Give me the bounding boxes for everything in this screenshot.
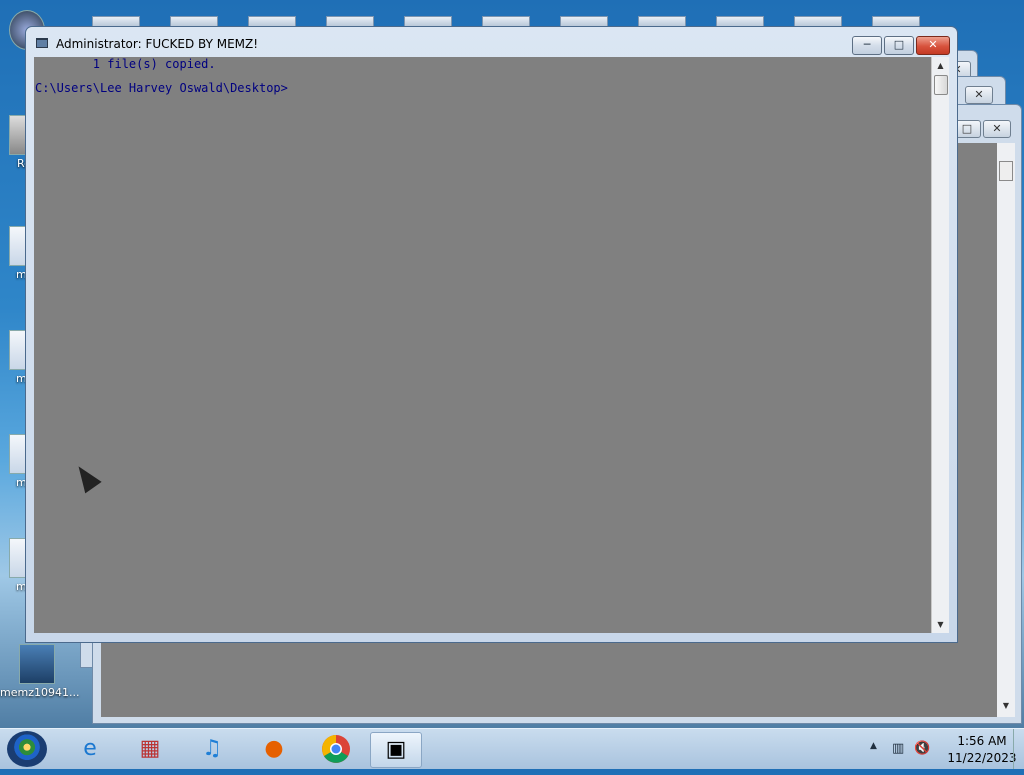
clock-date[interactable]: 11/22/2023 — [942, 751, 1022, 765]
background-scrollbar[interactable]: ▼ — [997, 143, 1015, 717]
scroll-thumb[interactable] — [999, 161, 1013, 181]
music-icon[interactable]: ♫ — [190, 732, 234, 766]
internet-explorer-icon[interactable]: e — [68, 732, 112, 766]
close-button[interactable]: ✕ — [983, 120, 1011, 138]
memz-exe-icon — [19, 644, 55, 684]
scroll-thumb[interactable] — [934, 75, 948, 95]
desktop-icon-memz-exe[interactable]: memz10941... — [0, 644, 79, 699]
taskbar: e ▦ ♫ ● ▣ ▲ ▥ 🔇 1:56 AM 11/22/2023 — [0, 728, 1024, 769]
console-output[interactable]: 1 file(s) copied. C:\Users\Lee Harvey Os… — [34, 57, 931, 633]
chrome-icon[interactable] — [314, 732, 358, 766]
store-icon[interactable]: ▦ — [128, 732, 172, 766]
system-tray: ▲ ▥ 🔇 1:56 AM 11/22/2023 — [862, 729, 1024, 769]
show-hidden-icons-icon[interactable]: ▲ — [870, 741, 877, 751]
show-desktop-button[interactable] — [1013, 729, 1024, 769]
clock-time[interactable]: 1:56 AM — [942, 734, 1022, 748]
close-button[interactable]: ✕ — [965, 86, 993, 104]
console-line: 1 file(s) copied. — [35, 57, 216, 71]
close-button[interactable]: ✕ — [916, 36, 950, 55]
scroll-down-arrow-icon[interactable]: ▼ — [997, 701, 1015, 717]
console-window[interactable]: Administrator: FUCKED BY MEMZ! ─ □ ✕ 1 f… — [25, 26, 958, 643]
command-prompt-icon[interactable]: ▣ — [370, 732, 422, 768]
console-prompt: C:\Users\Lee Harvey Oswald\Desktop> — [35, 81, 288, 95]
vertical-scrollbar[interactable]: ▲ ▼ — [931, 57, 949, 633]
minimize-button[interactable]: ─ — [852, 36, 882, 55]
window-title: Administrator: FUCKED BY MEMZ! — [56, 37, 259, 51]
scroll-up-arrow-icon[interactable]: ▲ — [932, 57, 949, 74]
desktop-icon-label: memz10941... — [0, 686, 80, 699]
firefox-icon[interactable]: ● — [252, 732, 296, 766]
volume-muted-icon[interactable]: 🔇 — [914, 741, 930, 756]
maximize-button[interactable]: □ — [884, 36, 914, 55]
scroll-down-arrow-icon[interactable]: ▼ — [932, 616, 949, 633]
cmd-icon — [36, 38, 48, 48]
title-bar[interactable]: Administrator: FUCKED BY MEMZ! ─ □ ✕ — [26, 27, 957, 57]
start-button[interactable] — [7, 731, 47, 767]
network-icon[interactable]: ▥ — [892, 741, 904, 756]
